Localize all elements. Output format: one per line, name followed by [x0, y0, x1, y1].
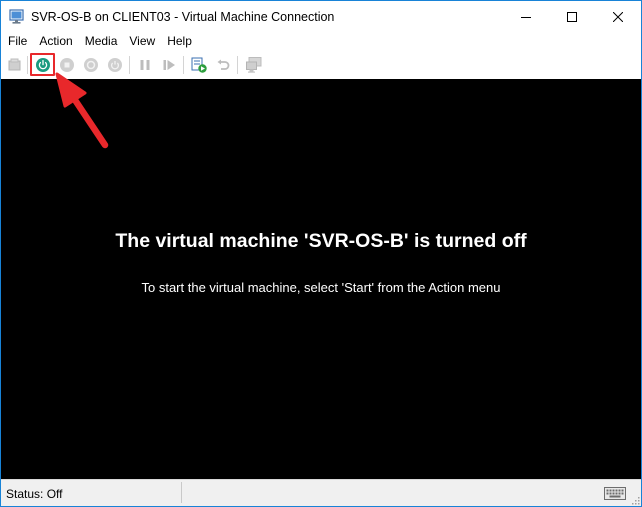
pause-button[interactable] — [134, 54, 156, 76]
menu-help[interactable]: Help — [161, 32, 198, 51]
vm-connection-icon — [9, 8, 25, 25]
menu-view[interactable]: View — [123, 32, 161, 51]
vm-screen[interactable]: The virtual machine 'SVR-OS-B' is turned… — [1, 79, 641, 479]
resume-icon — [163, 60, 175, 70]
pause-icon — [140, 60, 150, 70]
save-button[interactable] — [104, 54, 126, 76]
resume-button[interactable] — [158, 54, 180, 76]
toolbar-separator — [27, 56, 28, 74]
close-button[interactable] — [595, 1, 641, 32]
menu-file[interactable]: File — [1, 32, 33, 51]
maximize-button[interactable] — [549, 1, 595, 32]
maximize-icon — [567, 11, 577, 22]
vm-state-headline: The virtual machine 'SVR-OS-B' is turned… — [115, 230, 527, 252]
status-bar: Status: Off — [1, 479, 641, 506]
toolbar-separator — [129, 56, 130, 74]
checkpoint-button[interactable] — [188, 54, 210, 76]
ctrl-alt-del-button[interactable] — [4, 54, 26, 76]
revert-button[interactable] — [212, 54, 234, 76]
status-text: Status: Off — [6, 487, 63, 501]
vm-start-instruction: To start the virtual machine, select 'St… — [141, 280, 501, 295]
window-controls — [503, 1, 641, 32]
window-title: SVR-OS-B on CLIENT03 - Virtual Machine C… — [31, 9, 335, 24]
menu-bar: File Action Media View Help — [1, 32, 641, 51]
status-divider — [181, 482, 182, 503]
save-icon — [108, 58, 122, 72]
minimize-icon — [521, 16, 531, 18]
title-bar[interactable]: SVR-OS-B on CLIENT03 - Virtual Machine C… — [1, 1, 641, 32]
vm-connection-window: SVR-OS-B on CLIENT03 - Virtual Machine C… — [0, 0, 642, 507]
toolbar-separator — [183, 56, 184, 74]
minimize-button[interactable] — [503, 1, 549, 32]
enhanced-session-button[interactable] — [243, 54, 265, 76]
menu-media[interactable]: Media — [79, 32, 124, 51]
ctrl-alt-del-icon — [8, 58, 21, 71]
turn-off-button[interactable] — [56, 54, 78, 76]
start-button-highlight — [30, 53, 55, 76]
toolbar-separator — [237, 56, 238, 74]
turn-off-icon — [60, 58, 74, 72]
keyboard-icon[interactable] — [604, 487, 626, 500]
shut-down-button[interactable] — [80, 54, 102, 76]
toolbar — [1, 51, 641, 79]
enhanced-session-icon — [246, 57, 262, 73]
revert-icon — [217, 59, 230, 70]
checkpoint-icon — [191, 57, 207, 73]
close-icon — [613, 11, 623, 22]
menu-action[interactable]: Action — [33, 32, 78, 51]
shut-down-icon — [84, 58, 98, 72]
resize-grip-icon[interactable] — [630, 495, 640, 505]
